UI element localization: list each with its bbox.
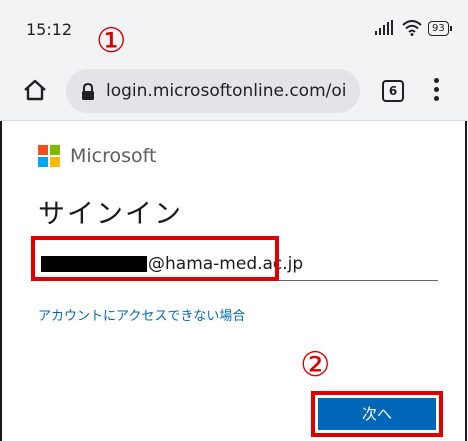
battery-icon: 93 [428,20,452,36]
home-icon[interactable] [22,77,48,103]
overflow-menu-icon[interactable] [430,78,442,104]
tab-switcher-button[interactable]: 6 [382,80,404,102]
status-icons: 93 [374,20,452,36]
status-bar: 15:12 93 [0,0,468,62]
email-highlight-box [31,236,279,281]
address-bar[interactable]: login.microsoftonline.com/oi [66,69,360,113]
microsoft-logo-icon [38,145,60,167]
cant-access-account-link[interactable]: アカウントにアクセスできない場合 [38,305,245,324]
url-text: login.microsoftonline.com/oi [106,81,347,101]
browser-toolbar: login.microsoftonline.com/oi 6 [0,62,468,121]
annotation-marker-2: ② [300,345,331,385]
page-title: サインイン [38,199,183,230]
annotation-marker-1: ① [96,21,127,61]
signal-icon [375,20,393,35]
lock-icon [82,83,94,100]
wifi-icon [402,20,422,36]
microsoft-logo: Microsoft [38,145,156,167]
status-time: 15:12 [26,20,73,39]
brand-name: Microsoft [70,145,157,167]
next-button-highlight-box [311,391,443,437]
